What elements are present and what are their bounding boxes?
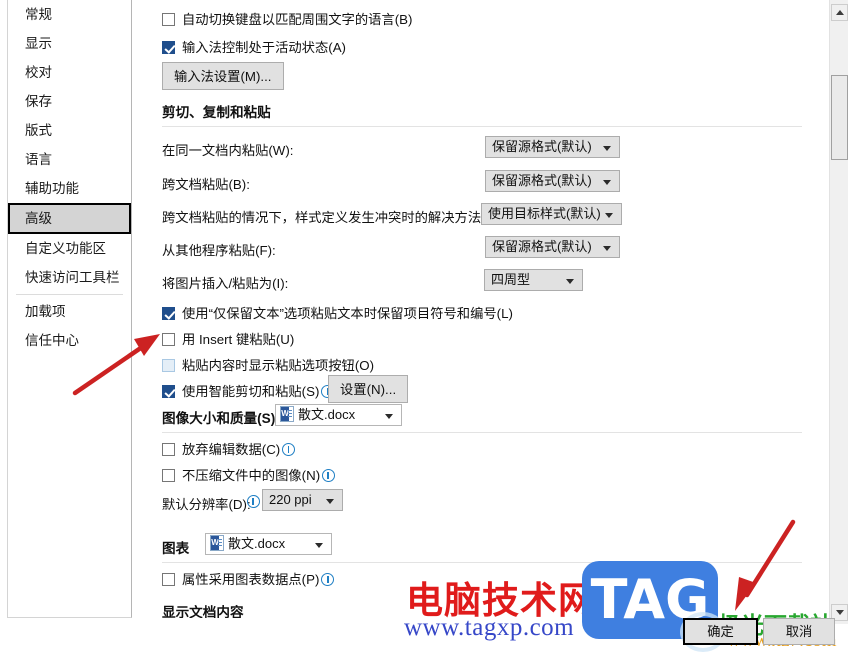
- dropdown-paste-same-doc[interactable]: 保留源格式(默认): [485, 136, 620, 158]
- label-paste-other-programs: 从其他程序粘贴(F):: [162, 243, 276, 258]
- checkbox-label: 输入法控制处于活动状态(A): [182, 40, 346, 55]
- sidebar-item-display[interactable]: 显示: [8, 29, 131, 58]
- watermark-site-url: www.tagxp.com: [404, 614, 575, 641]
- chevron-down-icon: [315, 543, 323, 548]
- label-default-resolution: 默认分辨率(D):: [162, 497, 251, 512]
- dropdown-image-scope-file[interactable]: 散文.docx: [275, 404, 402, 426]
- checkbox-auto-switch-keyboard[interactable]: 自动切换键盘以匹配周围文字的语言(B): [162, 9, 412, 29]
- smart-cut-paste-settings-button[interactable]: 设置(N)...: [328, 375, 409, 403]
- dropdown-default-resolution[interactable]: 220 ppi: [262, 489, 343, 511]
- checkbox-show-paste-options-button[interactable]: 粘贴内容时显示粘贴选项按钮(O): [162, 355, 374, 375]
- checkbox-box[interactable]: [162, 359, 175, 372]
- chevron-down-icon: [603, 146, 611, 151]
- chevron-down-icon: [326, 499, 334, 504]
- label-paste-style-conflict: 跨文档粘贴的情况下，样式定义发生冲突时的解决方法(E):: [162, 210, 503, 225]
- checkbox-box[interactable]: [162, 307, 175, 320]
- dropdown-paste-other-programs[interactable]: 保留源格式(默认): [485, 236, 620, 258]
- cancel-button[interactable]: 取消: [763, 618, 835, 645]
- checkbox-use-smart-cut-and-paste[interactable]: 使用智能剪切和粘贴(S): [162, 381, 336, 401]
- info-icon[interactable]: [282, 443, 296, 456]
- sidebar-item-quick-access-toolbar[interactable]: 快速访问工具栏: [8, 263, 131, 292]
- chevron-down-icon: [385, 414, 393, 419]
- dropdown-value: 使用目标样式(默认): [488, 206, 601, 221]
- checkbox-box[interactable]: [162, 41, 175, 54]
- checkbox-use-insert-key-for-paste[interactable]: 用 Insert 键粘贴(U): [162, 329, 294, 349]
- section-heading-image-size-quality: 图像大小和质量(S): [162, 411, 276, 426]
- scrollbar-thumb[interactable]: [831, 75, 848, 160]
- dropdown-value: 散文.docx: [298, 407, 356, 422]
- sidebar-item-trust-center[interactable]: 信任中心: [8, 326, 131, 355]
- dropdown-insert-paste-picture-as[interactable]: 四周型: [484, 269, 583, 291]
- label-paste-same-doc: 在同一文档内粘贴(W):: [162, 143, 294, 158]
- checkbox-do-not-compress-images[interactable]: 不压缩文件中的图像(N): [162, 465, 337, 485]
- dropdown-value: 散文.docx: [228, 536, 286, 551]
- sidebar-nav: 常规 显示 校对 保存 版式 语言 辅助功能 高级 自定义功能区 快速访问工具栏…: [7, 0, 132, 618]
- chevron-down-icon: [566, 279, 574, 284]
- checkbox-label: 使用智能剪切和粘贴(S): [182, 384, 320, 399]
- dropdown-value: 保留源格式(默认): [492, 173, 592, 188]
- section-divider: [162, 432, 802, 433]
- word-document-icon: [280, 406, 294, 422]
- checkbox-discard-editing-data[interactable]: 放弃编辑数据(C): [162, 439, 297, 459]
- chevron-down-icon: [603, 180, 611, 185]
- word-document-icon: [210, 535, 224, 551]
- section-divider: [162, 562, 802, 563]
- sidebar-item-proofing[interactable]: 校对: [8, 58, 131, 87]
- checkbox-box[interactable]: [162, 385, 175, 398]
- dropdown-value: 四周型: [491, 272, 531, 287]
- sidebar-item-language[interactable]: 语言: [8, 145, 131, 174]
- info-icon[interactable]: [247, 495, 260, 508]
- checkbox-box[interactable]: [162, 469, 175, 482]
- section-heading-cut-copy-paste: 剪切、复制和粘贴: [162, 105, 271, 120]
- sidebar-item-general[interactable]: 常规: [8, 0, 131, 29]
- section-heading-chart: 图表: [162, 541, 190, 556]
- section-heading-show-document-content: 显示文档内容: [162, 605, 244, 618]
- scroll-up-button[interactable]: [831, 4, 848, 21]
- vertical-scrollbar[interactable]: [829, 0, 848, 624]
- checkbox-label: 不压缩文件中的图像(N): [182, 468, 321, 483]
- dropdown-chart-scope-file[interactable]: 散文.docx: [205, 533, 332, 555]
- checkbox-label: 自动切换键盘以匹配周围文字的语言(B): [182, 12, 413, 27]
- checkbox-label: 属性采用图表数据点(P): [182, 572, 320, 587]
- sidebar-item-save[interactable]: 保存: [8, 87, 131, 116]
- checkbox-keep-bullets-numbers-on-text-only-paste[interactable]: 使用“仅保留文本”选项粘贴文本时保留项目符号和编号(L): [162, 303, 513, 323]
- label-insert-paste-picture-as: 将图片插入/粘贴为(I):: [162, 276, 289, 291]
- chevron-down-icon: [836, 610, 844, 615]
- checkbox-box[interactable]: [162, 13, 175, 26]
- options-dialog: 常规 显示 校对 保存 版式 语言 辅助功能 高级 自定义功能区 快速访问工具栏…: [0, 0, 848, 653]
- checkbox-box[interactable]: [162, 333, 175, 346]
- ok-button[interactable]: 确定: [683, 618, 758, 645]
- label-paste-cross-doc: 跨文档粘贴(B):: [162, 177, 250, 192]
- sidebar-item-customize-ribbon[interactable]: 自定义功能区: [8, 234, 131, 263]
- info-icon[interactable]: [322, 469, 336, 482]
- dropdown-paste-style-conflict[interactable]: 使用目标样式(默认): [481, 203, 622, 225]
- dropdown-paste-cross-doc[interactable]: 保留源格式(默认): [485, 170, 620, 192]
- chevron-down-icon: [603, 246, 611, 251]
- dropdown-value: 220 ppi: [269, 492, 312, 507]
- info-icon[interactable]: [321, 573, 335, 586]
- chevron-up-icon: [836, 10, 844, 15]
- sidebar-item-advanced[interactable]: 高级: [8, 203, 131, 234]
- advanced-options-pane: 自动切换键盘以匹配周围文字的语言(B) 输入法控制处于活动状态(A) 输入法设置…: [133, 0, 820, 618]
- checkbox-label: 使用“仅保留文本”选项粘贴文本时保留项目符号和编号(L): [182, 306, 513, 321]
- checkbox-ime-control-active[interactable]: 输入法控制处于活动状态(A): [162, 37, 346, 57]
- dropdown-value: 保留源格式(默认): [492, 139, 592, 154]
- checkbox-properties-follow-chart-data-point[interactable]: 属性采用图表数据点(P): [162, 569, 336, 589]
- checkbox-label: 粘贴内容时显示粘贴选项按钮(O): [182, 358, 375, 373]
- checkbox-box[interactable]: [162, 573, 175, 586]
- sidebar-item-accessibility[interactable]: 辅助功能: [8, 174, 131, 203]
- sidebar-item-layout[interactable]: 版式: [8, 116, 131, 145]
- chevron-down-icon: [605, 213, 613, 218]
- checkbox-box[interactable]: [162, 443, 175, 456]
- checkbox-label: 用 Insert 键粘贴(U): [182, 332, 295, 347]
- dropdown-value: 保留源格式(默认): [492, 239, 592, 254]
- section-divider: [162, 126, 802, 127]
- checkbox-label: 放弃编辑数据(C): [182, 442, 281, 457]
- sidebar-item-addins[interactable]: 加载项: [8, 297, 131, 326]
- ime-settings-button[interactable]: 输入法设置(M)...: [162, 62, 284, 90]
- sidebar-divider: [16, 294, 123, 295]
